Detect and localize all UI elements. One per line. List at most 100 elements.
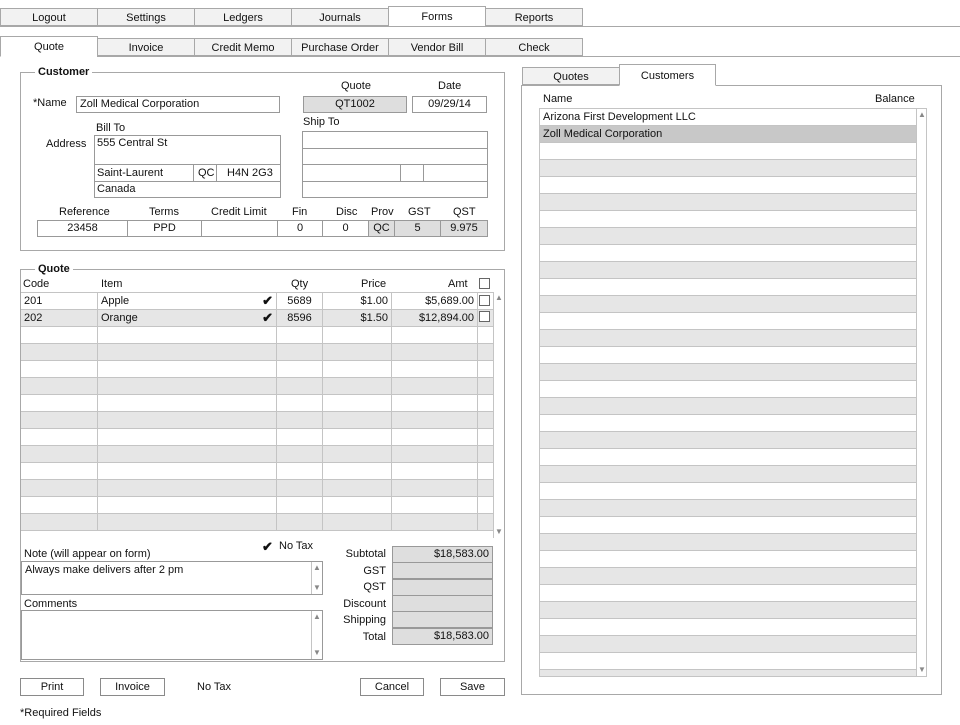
line-qty[interactable]: 8596 bbox=[277, 310, 323, 326]
table-row[interactable] bbox=[21, 497, 494, 514]
table-cell[interactable] bbox=[98, 480, 277, 496]
note-textarea[interactable]: Always make delivers after 2 pm ▲ ▼ bbox=[21, 561, 323, 595]
list-item[interactable] bbox=[540, 143, 916, 160]
table-cell[interactable] bbox=[323, 497, 392, 513]
list-item[interactable] bbox=[540, 602, 916, 619]
tab-forms[interactable]: Forms bbox=[388, 6, 486, 27]
comments-scrollbar[interactable]: ▲ ▼ bbox=[311, 611, 322, 659]
table-row[interactable] bbox=[21, 361, 494, 378]
table-cell[interactable] bbox=[21, 463, 98, 479]
tab-purchase-order[interactable]: Purchase Order bbox=[291, 38, 389, 56]
table-cell[interactable] bbox=[98, 463, 277, 479]
tab-logout[interactable]: Logout bbox=[0, 8, 98, 26]
tab-reports[interactable]: Reports bbox=[485, 8, 583, 26]
table-cell[interactable] bbox=[21, 344, 98, 360]
table-cell[interactable] bbox=[98, 361, 277, 377]
list-item[interactable] bbox=[540, 398, 916, 415]
table-row[interactable] bbox=[21, 463, 494, 480]
table-cell[interactable] bbox=[392, 463, 478, 479]
table-cell[interactable] bbox=[323, 327, 392, 343]
table-cell[interactable] bbox=[392, 361, 478, 377]
line-code[interactable]: 202 bbox=[21, 310, 98, 326]
table-cell[interactable] bbox=[277, 429, 323, 445]
list-item[interactable] bbox=[540, 194, 916, 211]
shipping-field[interactable] bbox=[392, 611, 493, 628]
table-cell[interactable] bbox=[277, 514, 323, 530]
tab-quotes-list[interactable]: Quotes bbox=[522, 67, 620, 85]
discount-field[interactable] bbox=[392, 595, 493, 612]
line-item[interactable]: Apple ✔ bbox=[98, 293, 277, 309]
table-cell[interactable] bbox=[323, 344, 392, 360]
table-cell[interactable] bbox=[323, 463, 392, 479]
scroll-up-icon[interactable]: ▲ bbox=[495, 294, 503, 302]
list-item[interactable] bbox=[540, 177, 916, 194]
table-cell[interactable] bbox=[277, 497, 323, 513]
line-price[interactable]: $1.00 bbox=[323, 293, 392, 309]
credit-limit-field[interactable] bbox=[201, 220, 278, 237]
list-item[interactable] bbox=[540, 483, 916, 500]
list-item[interactable]: Arizona First Development LLC bbox=[540, 109, 916, 126]
table-cell[interactable] bbox=[277, 378, 323, 394]
list-item[interactable] bbox=[540, 534, 916, 551]
table-cell[interactable] bbox=[277, 480, 323, 496]
bill-to-street[interactable]: 555 Central St bbox=[97, 137, 167, 149]
gst-field[interactable]: 5 bbox=[394, 220, 441, 237]
scroll-down-icon[interactable]: ▼ bbox=[495, 528, 503, 536]
customer-name-field[interactable]: Zoll Medical Corporation bbox=[76, 96, 280, 113]
list-item[interactable] bbox=[540, 364, 916, 381]
line-qty[interactable]: 5689 bbox=[277, 293, 323, 309]
table-cell[interactable] bbox=[21, 497, 98, 513]
table-cell[interactable] bbox=[277, 344, 323, 360]
line-item[interactable]: Orange ✔ bbox=[98, 310, 277, 326]
line-code[interactable]: 201 bbox=[21, 293, 98, 309]
tab-ledgers[interactable]: Ledgers bbox=[194, 8, 292, 26]
list-item[interactable] bbox=[540, 568, 916, 585]
table-cell[interactable] bbox=[392, 446, 478, 462]
table-cell[interactable] bbox=[323, 361, 392, 377]
list-item[interactable] bbox=[540, 381, 916, 398]
list-item[interactable] bbox=[540, 653, 916, 670]
list-item[interactable] bbox=[540, 432, 916, 449]
list-item[interactable] bbox=[540, 415, 916, 432]
table-cell[interactable] bbox=[98, 395, 277, 411]
list-item[interactable] bbox=[540, 296, 916, 313]
invoice-button[interactable]: Invoice bbox=[100, 678, 165, 696]
table-cell[interactable] bbox=[21, 395, 98, 411]
table-cell[interactable] bbox=[21, 514, 98, 530]
table-cell[interactable] bbox=[98, 344, 277, 360]
comments-textarea[interactable]: ▲ ▼ bbox=[21, 610, 323, 660]
table-row[interactable] bbox=[21, 446, 494, 463]
tab-check[interactable]: Check bbox=[485, 38, 583, 56]
table-cell[interactable] bbox=[21, 378, 98, 394]
list-item[interactable] bbox=[540, 211, 916, 228]
table-cell[interactable] bbox=[21, 361, 98, 377]
table-row[interactable] bbox=[21, 395, 494, 412]
print-button[interactable]: Print bbox=[20, 678, 84, 696]
table-cell[interactable] bbox=[277, 446, 323, 462]
table-row[interactable] bbox=[21, 480, 494, 497]
table-cell[interactable] bbox=[21, 412, 98, 428]
table-cell[interactable] bbox=[277, 327, 323, 343]
table-cell[interactable] bbox=[98, 446, 277, 462]
scroll-up-icon[interactable]: ▲ bbox=[313, 613, 321, 621]
list-item[interactable] bbox=[540, 313, 916, 330]
table-cell[interactable] bbox=[277, 395, 323, 411]
table-cell[interactable] bbox=[277, 463, 323, 479]
list-item[interactable] bbox=[540, 449, 916, 466]
table-cell[interactable] bbox=[21, 480, 98, 496]
table-cell[interactable] bbox=[277, 412, 323, 428]
customer-list-scrollbar[interactable]: ▲ ▼ bbox=[916, 108, 927, 677]
table-cell[interactable] bbox=[98, 378, 277, 394]
table-row[interactable] bbox=[21, 378, 494, 395]
customer-list-name[interactable]: Arizona First Development LLC bbox=[540, 109, 916, 125]
tab-customers-list[interactable]: Customers bbox=[619, 64, 716, 86]
table-cell[interactable] bbox=[392, 327, 478, 343]
list-item[interactable] bbox=[540, 585, 916, 602]
scroll-down-icon[interactable]: ▼ bbox=[313, 584, 321, 592]
table-row[interactable] bbox=[21, 412, 494, 429]
list-item[interactable] bbox=[540, 279, 916, 296]
table-cell[interactable] bbox=[98, 497, 277, 513]
customer-list-name[interactable]: Zoll Medical Corporation bbox=[540, 126, 916, 142]
reference-field[interactable]: 23458 bbox=[37, 220, 128, 237]
table-row[interactable] bbox=[21, 344, 494, 361]
